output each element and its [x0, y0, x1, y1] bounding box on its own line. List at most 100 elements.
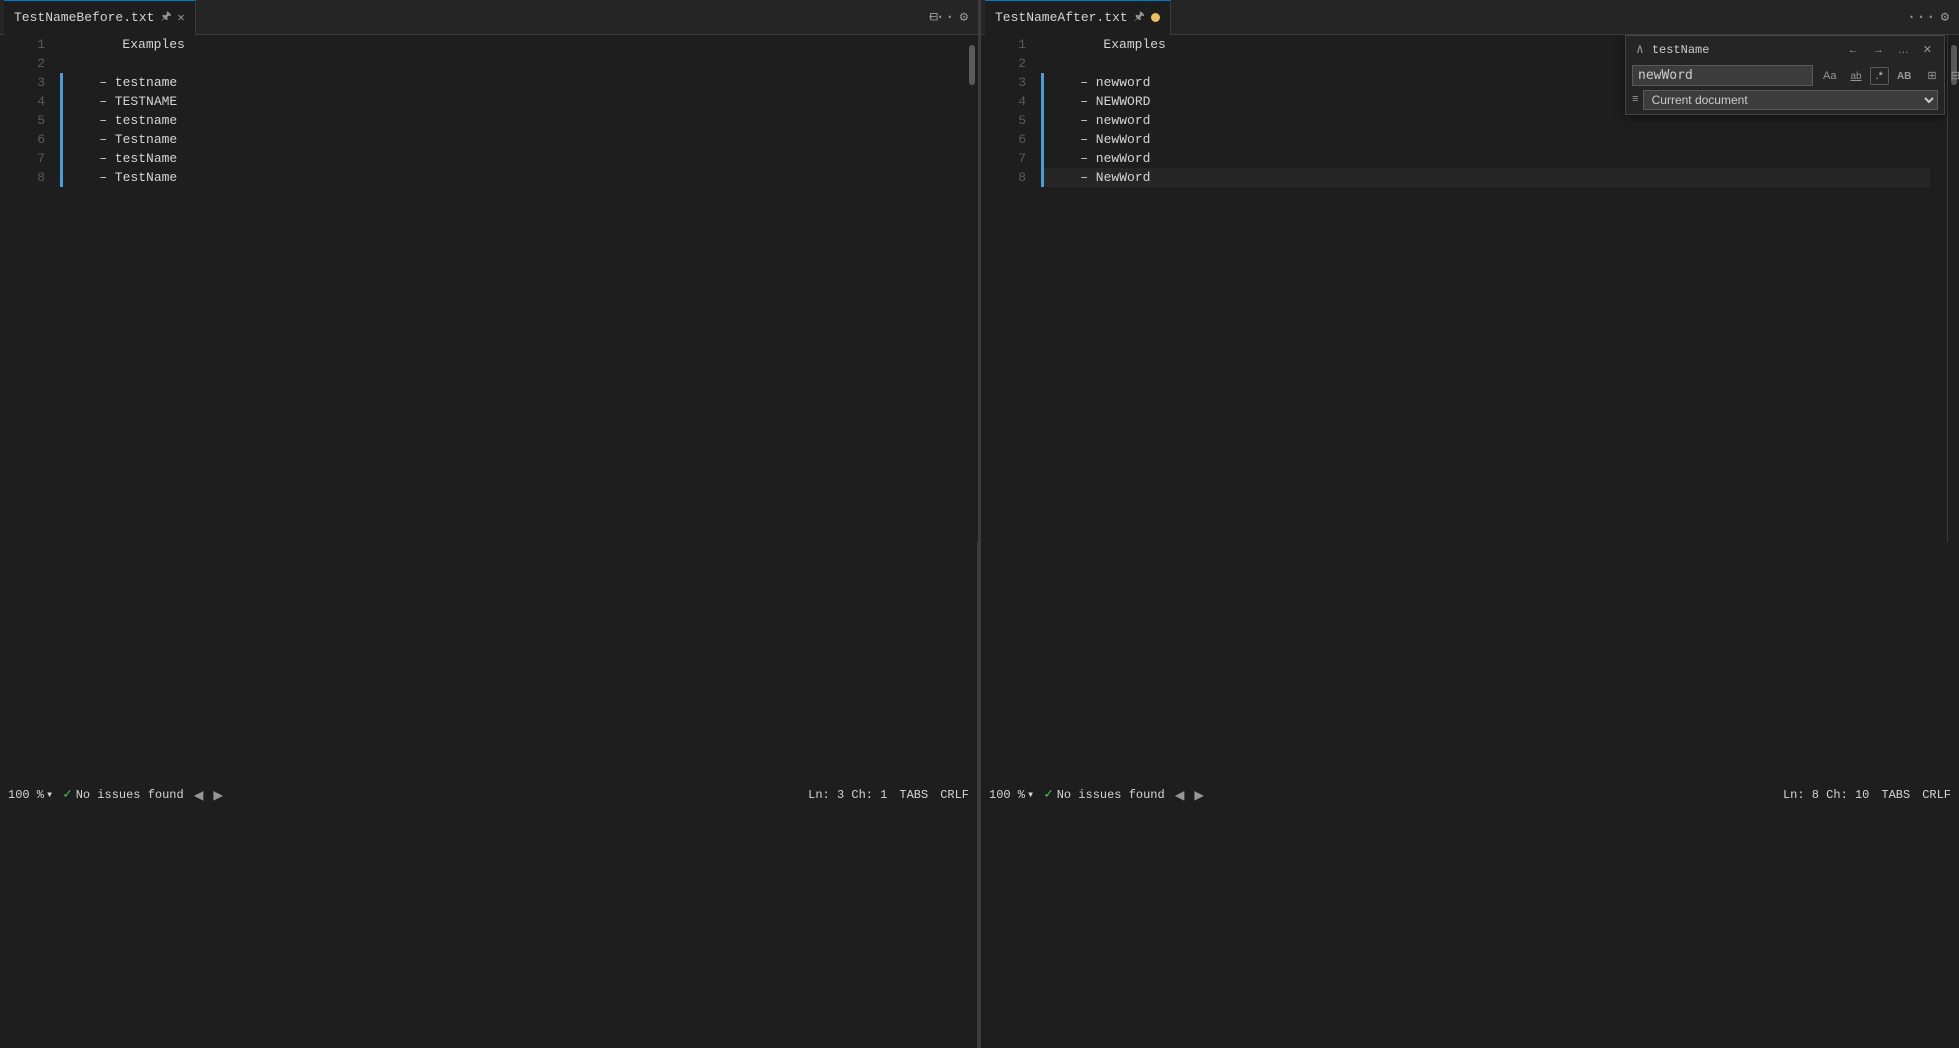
right-scrollbar[interactable]: [1947, 35, 1959, 542]
find-extra-btn-2[interactable]: ⊟: [1945, 66, 1959, 85]
right-line-num-8: 8: [991, 168, 1026, 187]
right-check-icon: ✓: [1044, 786, 1052, 803]
left-line-col: Ln: 3 Ch: 1: [808, 788, 887, 802]
left-check-icon: ✓: [63, 786, 71, 803]
left-scrollbar[interactable]: [966, 35, 978, 542]
left-code-line-5: – testname: [60, 111, 961, 130]
left-no-issues[interactable]: ✓ No issues found: [63, 786, 183, 803]
right-zoom-value: 100 %: [989, 788, 1025, 802]
right-tab-pin-icon[interactable]: 🖈: [1134, 7, 1145, 28]
find-scope-row: ≡ Current document Open files Workspace: [1626, 88, 1944, 114]
left-line-ending: CRLF: [940, 788, 969, 802]
left-line-num-6: 6: [10, 130, 45, 149]
left-zoom-value: 100 %: [8, 788, 44, 802]
left-status-bar: 100 % ▾ ✓ No issues found ◀ ▶ Ln: 3 Ch: …: [0, 542, 978, 1048]
right-line-num-2: 2: [991, 54, 1026, 73]
right-code-line-8: – NewWord: [1041, 168, 1930, 187]
left-line-num-2: 2: [10, 54, 45, 73]
right-tabs: TABS: [1881, 788, 1910, 802]
right-tab-modified-dot: [1151, 13, 1160, 22]
find-more-button[interactable]: …: [1892, 40, 1915, 59]
right-zoom[interactable]: 100 % ▾: [989, 787, 1034, 802]
right-line-ending: CRLF: [1922, 788, 1951, 802]
right-line-num-1: 1: [991, 35, 1026, 54]
right-tab-bar-actions: ··· ⚙: [1907, 8, 1955, 26]
find-extra-btn-1[interactable]: ⊞: [1921, 66, 1942, 85]
left-tab-close-icon[interactable]: ✕: [178, 10, 185, 25]
left-line-numbers: 1 2 3 4 5 6 7 8: [0, 35, 55, 542]
left-line-num-8: 8: [10, 168, 45, 187]
left-line-num-7: 7: [10, 149, 45, 168]
right-line-num-6: 6: [991, 130, 1026, 149]
find-preserve-case-button[interactable]: AB: [1891, 67, 1917, 85]
right-settings-button[interactable]: ⚙: [1941, 9, 1949, 26]
left-scrollbar-thumb[interactable]: [969, 45, 975, 85]
find-scope-icon: ≡: [1632, 94, 1639, 106]
left-scroll-left[interactable]: ◀: [194, 785, 204, 805]
left-code-line-7: – testName: [60, 149, 961, 168]
left-tab-pin-icon[interactable]: 🖈: [160, 7, 171, 28]
right-line-num-4: 4: [991, 92, 1026, 111]
right-line-col: Ln: 8 Ch: 10: [1783, 788, 1869, 802]
find-whole-word-button[interactable]: ab: [1844, 67, 1867, 85]
right-code-line-7: – newWord: [1041, 149, 1930, 168]
right-line-num-7: 7: [991, 149, 1026, 168]
left-tabs: TABS: [899, 788, 928, 802]
left-code-line-3: – testname: [60, 73, 961, 92]
left-line-num-1: 1: [10, 35, 45, 54]
left-settings-button[interactable]: ⚙: [960, 9, 968, 26]
left-scroll-right[interactable]: ▶: [213, 785, 223, 805]
find-widget-title: testName: [1652, 43, 1838, 57]
find-widget: ∧ testName ← → … ✕ Aa ab: [1625, 35, 1945, 115]
find-widget-header-options: ← → … ✕: [1842, 40, 1938, 59]
left-editor-pane: TestNameBefore.txt 🖈 ✕ ··· ⚙ ⊟ 1 2 3 4 5…: [0, 0, 979, 1048]
find-options-buttons: Aa ab .* AB: [1817, 67, 1917, 85]
left-no-issues-label: No issues found: [76, 788, 184, 802]
left-code-line-6: – Testname: [60, 130, 961, 149]
left-tab-title: TestNameBefore.txt: [14, 10, 154, 25]
find-search-input[interactable]: [1632, 65, 1813, 86]
left-zoom-arrow: ▾: [46, 787, 53, 802]
left-code-line-8: – TestName: [60, 168, 961, 187]
find-match-case-button[interactable]: Aa: [1817, 67, 1842, 85]
find-widget-header: ∧ testName ← → … ✕: [1626, 36, 1944, 63]
find-close-button[interactable]: ✕: [1917, 40, 1938, 59]
right-line-num-3: 3: [991, 73, 1026, 92]
left-split-icon[interactable]: ⊟: [930, 9, 938, 26]
right-tab-title: TestNameAfter.txt: [995, 10, 1128, 25]
right-editor-pane: TestNameAfter.txt 🖈 ··· ⚙ 1 2 3 4 5 6 7 …: [981, 0, 1959, 1048]
find-input-row: Aa ab .* AB ⊞ ⊟: [1626, 63, 1944, 88]
find-nav-back-button[interactable]: ←: [1842, 40, 1865, 59]
right-scroll-right[interactable]: ▶: [1194, 785, 1204, 805]
right-more-button[interactable]: ···: [1907, 8, 1936, 26]
left-status-right: Ln: 3 Ch: 1 TABS CRLF: [808, 788, 969, 802]
left-code-area[interactable]: Examples – testname – TESTNAME – testnam…: [55, 35, 966, 542]
right-scroll-left[interactable]: ◀: [1175, 785, 1185, 805]
right-line-num-5: 5: [991, 111, 1026, 130]
left-line-num-5: 5: [10, 111, 45, 130]
right-tab-bar: TestNameAfter.txt 🖈 ··· ⚙: [981, 0, 1959, 35]
right-no-issues[interactable]: ✓ No issues found: [1044, 786, 1164, 803]
left-code-line-2: [60, 54, 961, 73]
right-status-right: Ln: 8 Ch: 10 TABS CRLF: [1783, 788, 1951, 802]
left-line-num-3: 3: [10, 73, 45, 92]
right-status-bar: 100 % ▾ ✓ No issues found ◀ ▶ Ln: 8 Ch: …: [981, 542, 1959, 1048]
left-tab-bar: TestNameBefore.txt 🖈 ✕ ··· ⚙ ⊟: [0, 0, 978, 35]
right-line-numbers: 1 2 3 4 5 6 7 8: [981, 35, 1036, 542]
left-tab[interactable]: TestNameBefore.txt 🖈 ✕: [4, 0, 196, 35]
find-regex-button[interactable]: .*: [1870, 67, 1889, 85]
right-zoom-arrow: ▾: [1027, 787, 1034, 802]
left-code-line-1: Examples: [60, 35, 961, 54]
find-nav-forward-button[interactable]: →: [1867, 40, 1890, 59]
right-editor-content: 1 2 3 4 5 6 7 8 Examples – new: [981, 35, 1959, 542]
right-no-issues-label: No issues found: [1057, 788, 1165, 802]
find-extra-buttons: ⊞ ⊟: [1921, 66, 1959, 85]
left-zoom[interactable]: 100 % ▾: [8, 787, 53, 802]
left-code-line-4: – TESTNAME: [60, 92, 961, 111]
find-collapse-button[interactable]: ∧: [1632, 40, 1648, 59]
left-tab-bar-actions: ··· ⚙ ⊟: [926, 8, 974, 26]
left-line-num-4: 4: [10, 92, 45, 111]
right-tab[interactable]: TestNameAfter.txt 🖈: [985, 0, 1171, 35]
right-code-line-6: – NewWord: [1041, 130, 1930, 149]
find-scope-select[interactable]: Current document Open files Workspace: [1643, 90, 1938, 110]
